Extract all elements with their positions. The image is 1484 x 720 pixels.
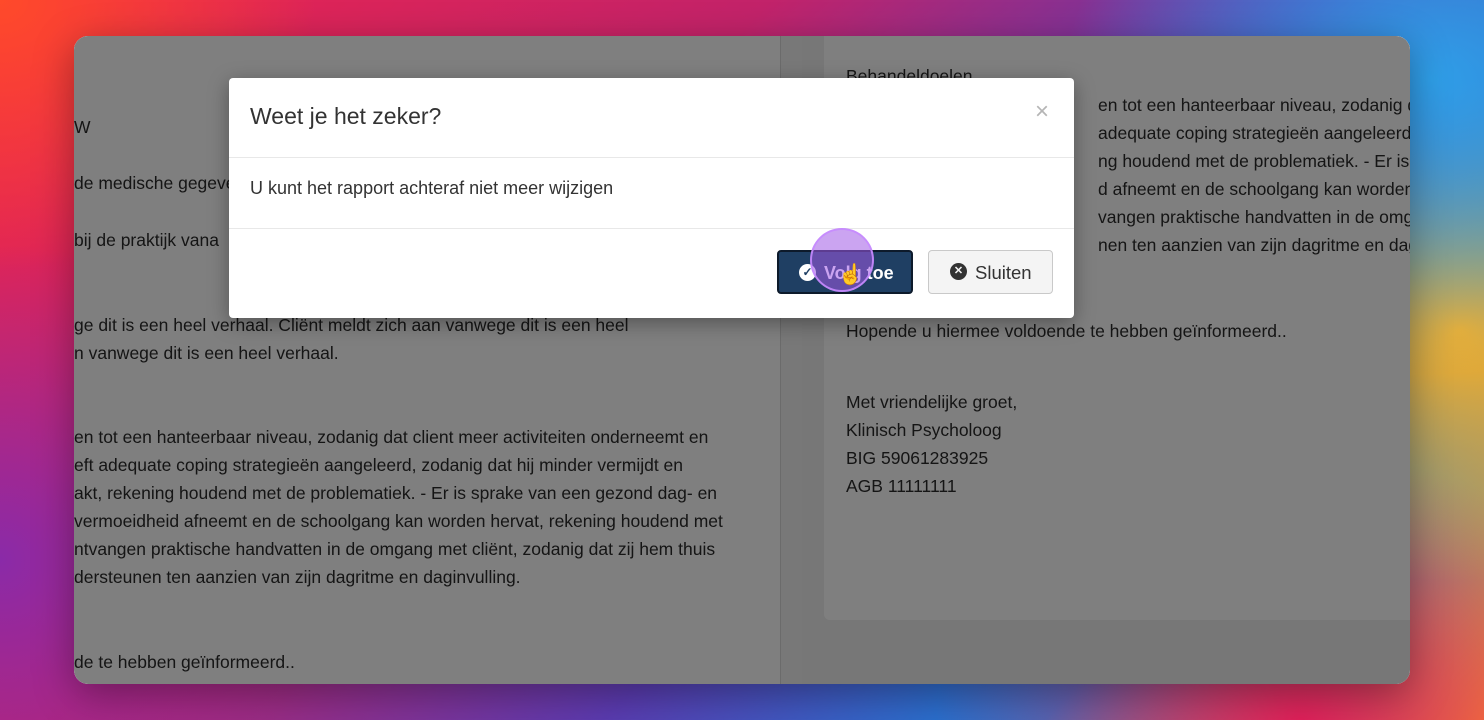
close-button[interactable]: ✕ Sluiten (928, 250, 1053, 294)
close-icon[interactable]: × (1035, 98, 1049, 126)
hand-pointer-icon: ☝ (838, 264, 863, 286)
dialog-message: U kunt het rapport achteraf niet meer wi… (250, 178, 614, 198)
dialog-header: Weet je het zeker? × (229, 78, 1074, 158)
dialog-title: Weet je het zeker? (250, 103, 442, 129)
close-button-label: Sluiten (975, 262, 1032, 283)
confirm-dialog: Weet je het zeker? × U kunt het rapport … (229, 78, 1074, 318)
times-circle-icon: ✕ (950, 263, 967, 280)
